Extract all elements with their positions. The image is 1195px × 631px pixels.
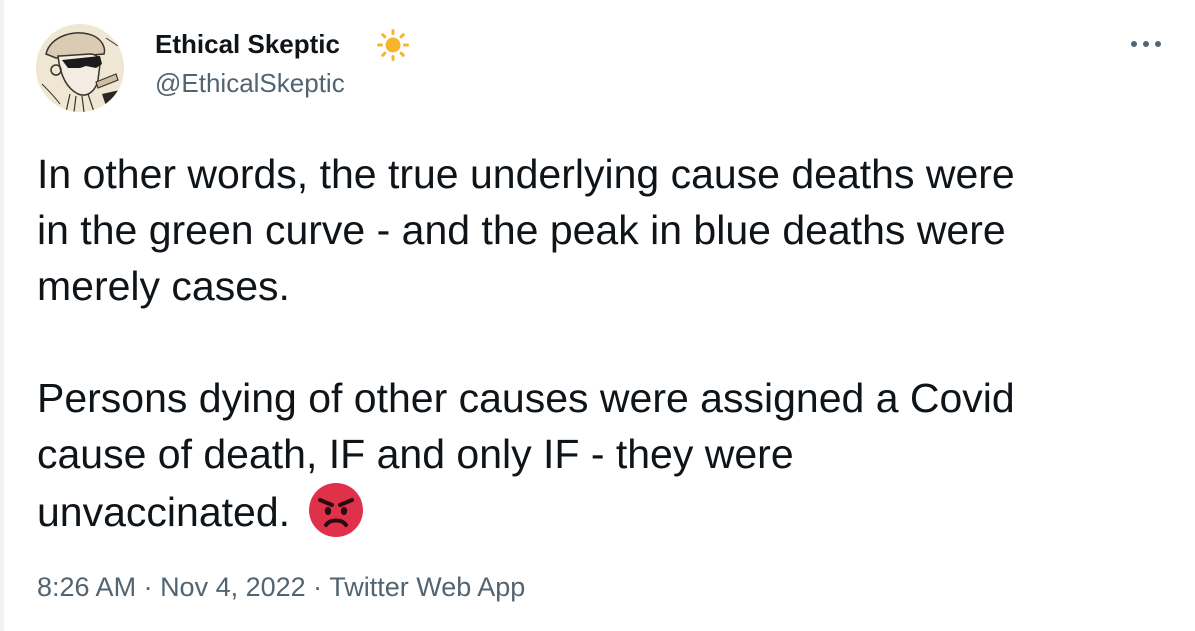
separator: ·	[305, 572, 330, 602]
tweet-line: unvaccinated.	[37, 489, 291, 535]
tweet-line: In other words, the true underlying caus…	[37, 151, 1015, 197]
tweet-line: merely cases.	[37, 263, 290, 309]
tweet-source[interactable]: Twitter Web App	[329, 572, 525, 602]
left-border	[0, 0, 4, 631]
author-handle[interactable]: @EthicalSkeptic	[155, 67, 345, 99]
tweet-line: Persons dying of other causes were assig…	[37, 375, 1015, 421]
sun-emoji-icon	[375, 27, 411, 63]
angry-face-icon	[308, 482, 364, 538]
tweet-text: In other words, the true underlying caus…	[37, 146, 1157, 540]
tweet-last-line: unvaccinated.	[37, 482, 1157, 540]
tweet-date[interactable]: Nov 4, 2022	[160, 572, 306, 602]
author-name[interactable]: Ethical Skeptic	[155, 28, 340, 60]
tweet-metadata: 8:26 AM · Nov 4, 2022 · Twitter Web App	[37, 570, 525, 604]
separator: ·	[136, 572, 161, 602]
tweet-time[interactable]: 8:26 AM	[37, 572, 136, 602]
tweet-card: Ethical Skeptic @EthicalSkeptic In other	[0, 0, 1195, 631]
tweet-line: cause of death, IF and only IF - they we…	[37, 431, 794, 477]
more-options-ellipsis-icon[interactable]	[1126, 30, 1166, 58]
avatar[interactable]	[36, 24, 124, 112]
paragraph-spacer	[37, 314, 1157, 370]
tweet-line: in the green curve - and the peak in blu…	[37, 207, 1006, 253]
avatar-sketch-icon	[36, 24, 124, 112]
